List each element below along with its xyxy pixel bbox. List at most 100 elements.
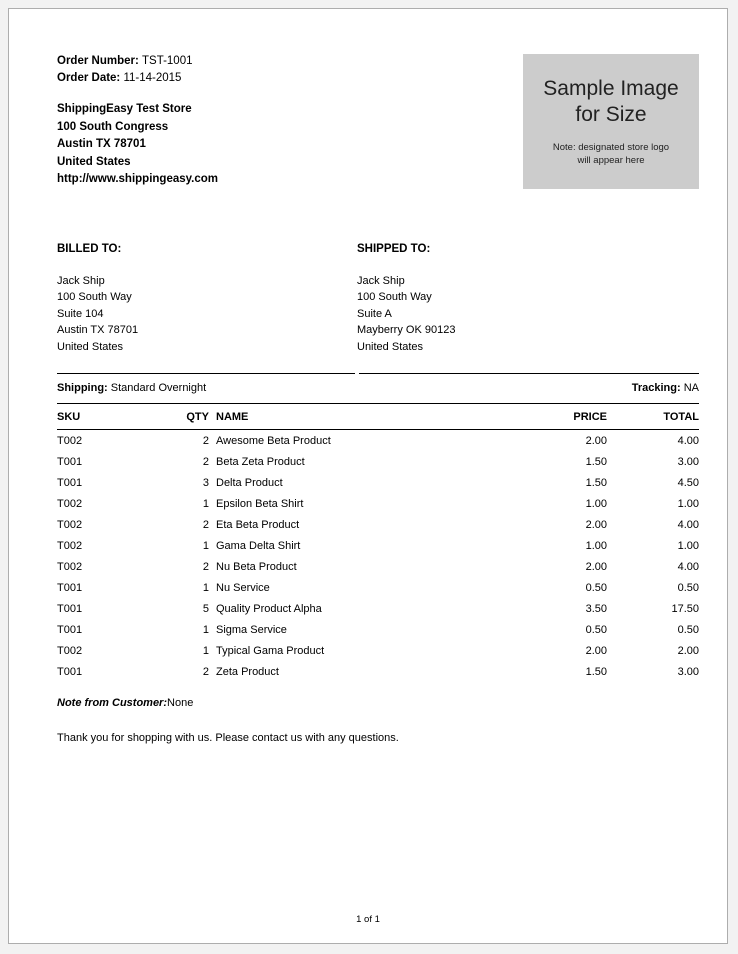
customer-note-value: None bbox=[167, 697, 194, 710]
cell-name: Awesome Beta Product bbox=[216, 434, 331, 447]
line-items-header: SKU QTY NAME PRICE TOTAL bbox=[57, 403, 699, 431]
column-header-name: NAME bbox=[209, 403, 515, 431]
billed-to-line: United States bbox=[57, 340, 124, 353]
billed-to-block: BILLED TO: Jack Ship 100 South Way Suite… bbox=[57, 241, 357, 356]
order-number-label: Order Number: bbox=[57, 55, 139, 67]
table-row: T001 2 Beta Zeta Product 1.50 3.00 bbox=[57, 451, 699, 472]
logo-placeholder-title-line2: for Size bbox=[575, 103, 647, 126]
shipping-method: Shipping: Standard Overnight bbox=[57, 381, 206, 396]
cell-price: 1.00 bbox=[585, 497, 607, 510]
cell-name: Zeta Product bbox=[216, 665, 279, 678]
line-items-table: SKU QTY NAME PRICE TOTAL T002 2 Awesome … bbox=[57, 403, 699, 682]
cell-name: Gama Delta Shirt bbox=[216, 539, 301, 552]
cell-qty: 2 bbox=[202, 455, 209, 468]
column-header-sku: SKU bbox=[57, 403, 167, 431]
shipped-to-line: 100 South Way bbox=[357, 291, 432, 304]
cell-sku: T001 bbox=[57, 665, 83, 678]
cell-sku: T002 bbox=[57, 644, 83, 657]
cell-qty: 3 bbox=[202, 476, 209, 489]
cell-name: Sigma Service bbox=[216, 623, 287, 636]
billed-to-lines: Jack Ship 100 South Way Suite 104 Austin… bbox=[57, 273, 357, 356]
cell-sku: T002 bbox=[57, 497, 83, 510]
cell-total: 1.00 bbox=[677, 497, 699, 510]
printed-page: Sample Image for Size Note: designated s… bbox=[8, 8, 728, 944]
cell-sku: T002 bbox=[57, 434, 83, 447]
cell-total: 4.50 bbox=[677, 476, 699, 489]
cell-sku: T002 bbox=[57, 539, 83, 552]
cell-name: Delta Product bbox=[216, 476, 283, 489]
band-rule-left bbox=[57, 373, 355, 375]
cell-total: 4.00 bbox=[677, 518, 699, 531]
cell-sku: T001 bbox=[57, 455, 83, 468]
cell-total: 17.50 bbox=[671, 602, 699, 615]
cell-sku: T002 bbox=[57, 518, 83, 531]
table-row: T002 1 Typical Gama Product 2.00 2.00 bbox=[57, 640, 699, 661]
table-header-row: SKU QTY NAME PRICE TOTAL bbox=[57, 403, 699, 431]
cell-qty: 1 bbox=[202, 644, 209, 657]
cell-qty: 1 bbox=[202, 623, 209, 636]
column-header-price: PRICE bbox=[515, 403, 607, 431]
cell-qty: 2 bbox=[202, 665, 209, 678]
shipped-to-line: Jack Ship bbox=[357, 274, 405, 287]
cell-name: Quality Product Alpha bbox=[216, 602, 322, 615]
logo-placeholder-note-line1: Note: designated store logo bbox=[552, 142, 670, 153]
shipping-tracking-band: Shipping: Standard Overnight Tracking: N… bbox=[57, 373, 699, 399]
cell-name: Beta Zeta Product bbox=[216, 455, 305, 468]
logo-placeholder-title: Sample Image for Size bbox=[523, 54, 699, 128]
table-row: T001 5 Quality Product Alpha 3.50 17.50 bbox=[57, 598, 699, 619]
cell-price: 3.50 bbox=[585, 602, 607, 615]
billed-to-line: Jack Ship bbox=[57, 274, 105, 287]
order-date-value: 11-14-2015 bbox=[123, 71, 182, 84]
billed-to-line: 100 South Way bbox=[57, 291, 132, 304]
cell-price: 0.50 bbox=[585, 623, 607, 636]
cell-name: Nu Service bbox=[216, 581, 270, 594]
cell-sku: T001 bbox=[57, 581, 83, 594]
shipped-to-title: SHIPPED TO: bbox=[357, 242, 431, 255]
shipped-to-lines: Jack Ship 100 South Way Suite A Mayberry… bbox=[357, 273, 657, 356]
table-row: T002 2 Nu Beta Product 2.00 4.00 bbox=[57, 556, 699, 577]
cell-qty: 5 bbox=[202, 602, 209, 615]
page-indicator: 1 of 1 bbox=[356, 914, 380, 925]
column-header-qty: QTY bbox=[167, 403, 209, 431]
shipped-to-line: Mayberry OK 90123 bbox=[357, 324, 456, 337]
cell-total: 0.50 bbox=[677, 581, 699, 594]
cell-sku: T001 bbox=[57, 623, 83, 636]
cell-qty: 1 bbox=[202, 497, 209, 510]
logo-placeholder-note-line2: will appear here bbox=[577, 154, 645, 166]
cell-qty: 2 bbox=[202, 518, 209, 531]
billed-to-line: Suite 104 bbox=[57, 307, 104, 320]
cell-total: 2.00 bbox=[677, 644, 699, 657]
thank-you-message: Thank you for shopping with us. Please c… bbox=[57, 732, 399, 745]
cell-name: Epsilon Beta Shirt bbox=[216, 497, 304, 510]
customer-note-row: Note from Customer:None bbox=[57, 696, 699, 711]
shipped-to-line: United States bbox=[357, 340, 424, 353]
shipping-label: Shipping: bbox=[57, 382, 108, 395]
tracking-number: Tracking: NA bbox=[632, 381, 699, 396]
cell-name: Nu Beta Product bbox=[216, 560, 297, 573]
cell-total: 0.50 bbox=[677, 623, 699, 636]
table-row: T001 2 Zeta Product 1.50 3.00 bbox=[57, 661, 699, 682]
shipped-to-line: Suite A bbox=[357, 307, 392, 320]
band-rule-right bbox=[359, 373, 699, 375]
table-row: T002 2 Awesome Beta Product 2.00 4.00 bbox=[57, 430, 699, 452]
cell-sku: T001 bbox=[57, 476, 83, 489]
cell-price: 2.00 bbox=[585, 560, 607, 573]
table-row: T001 3 Delta Product 1.50 4.50 bbox=[57, 472, 699, 493]
cell-total: 1.00 bbox=[677, 539, 699, 552]
table-row: T002 2 Eta Beta Product 2.00 4.00 bbox=[57, 514, 699, 535]
tracking-value: NA bbox=[683, 382, 699, 395]
cell-price: 1.50 bbox=[585, 476, 607, 489]
billed-to-title: BILLED TO: bbox=[57, 242, 122, 255]
tracking-label: Tracking: bbox=[631, 382, 681, 395]
address-section: BILLED TO: Jack Ship 100 South Way Suite… bbox=[57, 241, 699, 356]
cell-qty: 1 bbox=[202, 539, 209, 552]
cell-qty: 2 bbox=[202, 434, 209, 447]
cell-qty: 1 bbox=[202, 581, 209, 594]
cell-price: 1.50 bbox=[585, 455, 607, 468]
cell-qty: 2 bbox=[202, 560, 209, 573]
billed-to-line: Austin TX 78701 bbox=[57, 324, 139, 337]
cell-sku: T001 bbox=[57, 602, 83, 615]
order-number-value: TST-1001 bbox=[142, 55, 193, 67]
customer-note-label: Note from Customer: bbox=[57, 697, 168, 710]
cell-total: 3.00 bbox=[677, 455, 699, 468]
